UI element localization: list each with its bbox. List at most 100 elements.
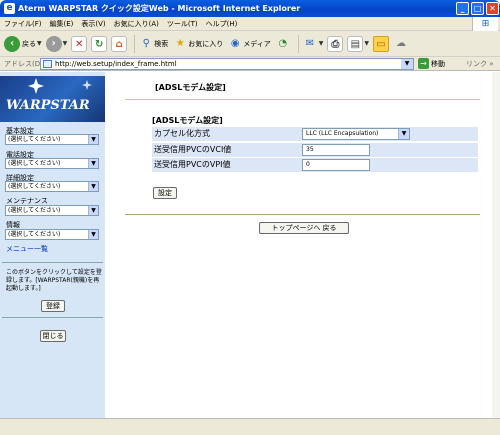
advanced-settings-select[interactable]: (選択してください) ▼ xyxy=(5,181,99,192)
go-arrow-icon: → xyxy=(418,58,429,69)
close-window-button[interactable]: ✕ xyxy=(486,2,499,15)
folder-icon: ▭ xyxy=(373,35,390,52)
address-dropdown-icon[interactable]: ▼ xyxy=(401,59,413,69)
search-button[interactable]: ⚲ 検索 xyxy=(138,36,169,52)
maximize-button[interactable]: □ xyxy=(471,2,484,15)
divider xyxy=(125,99,480,100)
media-icon: ◉ xyxy=(230,37,240,49)
search-label: 検索 xyxy=(154,39,169,48)
messenger-button[interactable]: ☁ xyxy=(393,36,409,52)
edit-button[interactable]: ▤ ▼ xyxy=(347,35,369,52)
messenger-icon: ☁ xyxy=(396,37,407,49)
vpi-row: 送受信用PVCのVPI値 0 xyxy=(152,158,478,172)
ie-app-icon: e xyxy=(4,3,15,14)
address-label: アドレス(D) xyxy=(4,60,43,68)
address-url: http://web.setup/index_frame.html xyxy=(55,60,177,68)
go-button[interactable]: → 移動 xyxy=(418,58,445,69)
favorites-button[interactable]: ★ お気に入り xyxy=(172,36,223,52)
scrollbar[interactable] xyxy=(492,72,500,418)
toolbar-divider xyxy=(134,34,136,53)
folder-button[interactable]: ▭ xyxy=(373,35,390,52)
select-value: (選択してください) xyxy=(8,160,61,167)
search-icon: ⚲ xyxy=(142,37,150,49)
page-title: [ADSLモデム設定] xyxy=(155,83,226,92)
divider xyxy=(125,214,480,215)
info-select[interactable]: (選択してください) ▼ xyxy=(5,229,99,240)
page-icon xyxy=(43,60,52,68)
menu-list-link[interactable]: メニュー一覧 xyxy=(6,244,48,254)
register-note: このボタンをクリックして設定を登録します。[WARPSTAR(親機)を再起動しま… xyxy=(6,269,102,292)
mail-icon: ✉ xyxy=(305,37,314,49)
register-button[interactable]: 登録 xyxy=(41,300,65,312)
status-bar xyxy=(0,418,500,435)
browser-content: WARPSTAR 基本設定 (選択してください) ▼ 電話設定 (選択してくださ… xyxy=(0,72,500,418)
stop-button[interactable]: ✕ xyxy=(71,35,88,52)
edit-icon: ▤ xyxy=(347,35,364,52)
divider xyxy=(2,262,103,263)
address-bar: アドレス(D) http://web.setup/index_frame.htm… xyxy=(0,57,500,71)
mail-dropdown-icon[interactable]: ▼ xyxy=(319,40,324,47)
phone-settings-select[interactable]: (選択してください) ▼ xyxy=(5,158,99,169)
vci-input[interactable]: 35 xyxy=(302,144,370,156)
chevron-down-icon: ▼ xyxy=(398,129,409,139)
logo-text: WARPSTAR xyxy=(6,98,90,113)
menu-view[interactable]: 表示(V) xyxy=(81,19,105,29)
vpi-input[interactable]: 0 xyxy=(302,159,370,171)
media-label: メディア xyxy=(243,39,271,48)
forward-button[interactable]: › ▼ xyxy=(45,35,68,52)
vci-row: 送受信用PVCのVCI値 35 xyxy=(152,143,478,157)
menu-file[interactable]: ファイル(F) xyxy=(4,19,42,29)
basic-settings-select[interactable]: (選択してください) ▼ xyxy=(5,134,99,145)
close-button[interactable]: 閉じる xyxy=(40,330,66,342)
home-button[interactable]: ⌂ xyxy=(111,35,128,52)
home-icon: ⌂ xyxy=(111,35,128,52)
stop-icon: ✕ xyxy=(71,35,88,52)
warpstar-logo: WARPSTAR xyxy=(0,76,105,122)
chevron-down-icon: ▼ xyxy=(88,230,98,239)
menu-help[interactable]: ヘルプ(H) xyxy=(206,19,238,29)
select-value: (選択してください) xyxy=(8,183,61,190)
minimize-button[interactable]: _ xyxy=(456,2,469,15)
links-button[interactable]: リンク » xyxy=(466,59,494,69)
maintenance-select[interactable]: (選択してください) ▼ xyxy=(5,205,99,216)
select-value: (選択してください) xyxy=(8,136,61,143)
menu-edit[interactable]: 編集(E) xyxy=(50,19,74,29)
form-title: [ADSLモデム設定] xyxy=(152,116,223,125)
menu-favorites[interactable]: お気に入り(A) xyxy=(114,19,159,29)
forward-dropdown-icon[interactable]: ▼ xyxy=(63,40,68,47)
window-title-bar: e Aterm WARPSTAR クイック設定Web - Microsoft I… xyxy=(0,0,500,17)
window-title: Aterm WARPSTAR クイック設定Web - Microsoft Int… xyxy=(18,4,301,13)
star-icon xyxy=(28,78,44,94)
chevron-down-icon: ▼ xyxy=(88,159,98,168)
back-button[interactable]: ‹ 戻る ▼ xyxy=(4,35,42,52)
address-input[interactable]: http://web.setup/index_frame.html ▼ xyxy=(40,58,414,70)
refresh-button[interactable]: ↻ xyxy=(91,35,108,52)
print-button[interactable]: ⎙ xyxy=(327,35,344,52)
select-value: (選択してください) xyxy=(8,207,61,214)
back-label: 戻る xyxy=(22,39,36,48)
menu-bar: ファイル(F) 編集(E) 表示(V) お気に入り(A) ツール(T) ヘルプ(… xyxy=(0,17,500,31)
main-frame: [ADSLモデム設定] [ADSLモデム設定] カプセル化方式 LLC (LLC… xyxy=(105,72,500,418)
field-label: カプセル化方式 xyxy=(154,129,210,138)
edit-dropdown-icon[interactable]: ▼ xyxy=(364,40,369,47)
chevron-down-icon: ▼ xyxy=(88,182,98,191)
go-label: 移動 xyxy=(431,59,445,68)
set-button[interactable]: 設定 xyxy=(153,187,177,199)
star-icon xyxy=(82,80,92,90)
menu-tools[interactable]: ツール(T) xyxy=(167,19,198,29)
sidebar-frame: WARPSTAR 基本設定 (選択してください) ▼ 電話設定 (選択してくださ… xyxy=(0,72,105,418)
encapsulation-select[interactable]: LLC (LLC Encapsulation) ▼ xyxy=(302,128,410,140)
media-button[interactable]: ◉ メディア xyxy=(227,36,271,52)
field-label: 送受信用PVCのVPI値 xyxy=(154,160,231,169)
field-label: 送受信用PVCのVCI値 xyxy=(154,145,232,154)
windows-logo-icon: ⊞ xyxy=(472,17,498,31)
select-value: (選択してください) xyxy=(8,231,61,238)
mail-button[interactable]: ✉ ▼ xyxy=(302,36,324,52)
refresh-icon: ↻ xyxy=(91,35,108,52)
history-button[interactable]: ◔ xyxy=(275,36,291,52)
chevron-down-icon: ▼ xyxy=(88,135,98,144)
back-dropdown-icon[interactable]: ▼ xyxy=(37,40,42,47)
back-to-top-button[interactable]: トップページへ 戻る xyxy=(259,222,349,234)
toolbar-divider xyxy=(297,34,299,53)
divider xyxy=(2,317,103,318)
